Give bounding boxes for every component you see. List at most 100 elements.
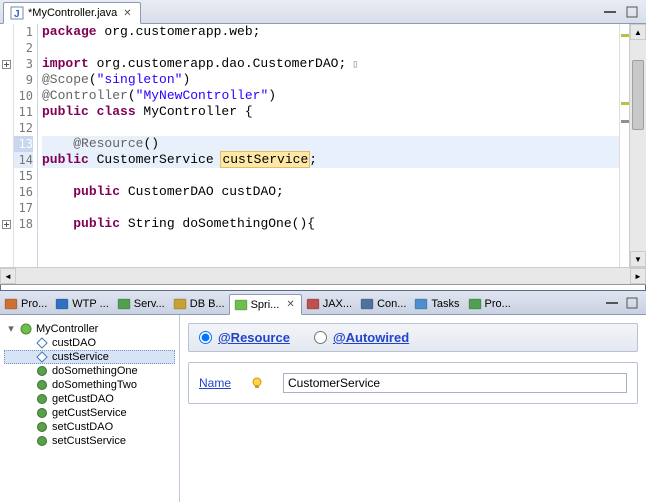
collapse-icon[interactable]: ▾: [6, 322, 16, 335]
scroll-right-button[interactable]: ►: [630, 268, 646, 284]
line-number[interactable]: 1: [14, 24, 33, 40]
radio-resource-input[interactable]: [199, 331, 212, 344]
maximize-button[interactable]: [624, 295, 640, 311]
editor-overview-ruler[interactable]: [619, 24, 629, 267]
fold-toggle-icon[interactable]: [0, 56, 13, 72]
fold-ellipsis-icon[interactable]: ▯: [346, 60, 358, 71]
tree-item-label: setCustDAO: [52, 421, 113, 433]
annotation-radio-group: @Resource @Autowired: [188, 323, 638, 352]
lightbulb-icon[interactable]: [251, 377, 263, 389]
tree-item-doSomethingOne[interactable]: doSomethingOne: [4, 364, 175, 378]
view-tab-label: Con...: [377, 298, 406, 310]
tree-item-custService[interactable]: custService: [4, 350, 175, 364]
minimize-button[interactable]: [602, 4, 618, 20]
code-line[interactable]: [42, 120, 619, 136]
line-number[interactable]: 9: [14, 72, 33, 88]
view-tab-jax[interactable]: JAX...: [302, 294, 356, 314]
radio-autowired-input[interactable]: [314, 331, 327, 344]
line-number[interactable]: 14: [14, 152, 33, 168]
view-tab-db[interactable]: DB B...: [169, 294, 229, 314]
link-resource[interactable]: @Resource: [218, 330, 290, 345]
outline-tree[interactable]: ▾ MyController custDAOcustService doSomet…: [0, 315, 180, 502]
view-tab-console[interactable]: Con...: [356, 294, 410, 314]
radio-autowired[interactable]: @Autowired: [314, 330, 409, 345]
close-icon[interactable]: ✕: [121, 8, 133, 19]
minimize-button[interactable]: [604, 295, 620, 311]
editor-marker-gutter[interactable]: [0, 24, 14, 267]
line-number[interactable]: 13: [14, 136, 33, 152]
spring-icon: [234, 298, 248, 312]
line-number[interactable]: 16: [14, 184, 33, 200]
view-tab-label: DB B...: [190, 298, 225, 310]
detail-form: @Resource @Autowired Name: [180, 315, 646, 502]
line-number[interactable]: 12: [14, 120, 33, 136]
tree-item-setCustService[interactable]: setCustService: [4, 434, 175, 448]
editor-panel: J *MyController.java ✕ 12391011121314151…: [0, 0, 646, 285]
code-line[interactable]: [42, 168, 619, 184]
tree-item-label: custService: [52, 351, 109, 363]
wtp-icon: [55, 297, 69, 311]
scroll-up-button[interactable]: ▲: [630, 24, 646, 40]
name-input[interactable]: [283, 373, 627, 393]
spring-view-body: ▾ MyController custDAOcustService doSomet…: [0, 315, 646, 502]
code-line[interactable]: [42, 40, 619, 56]
maximize-button[interactable]: [624, 4, 640, 20]
vertical-scrollbar[interactable]: ▲ ▼: [629, 24, 646, 267]
line-number[interactable]: 11: [14, 104, 33, 120]
editor-body: 1239101112131415161718 package org.custo…: [0, 24, 646, 267]
tree-item-custDAO[interactable]: custDAO: [4, 336, 175, 350]
horizontal-scrollbar[interactable]: ◄ ►: [0, 267, 646, 284]
code-line[interactable]: [42, 200, 619, 216]
link-autowired[interactable]: @Autowired: [333, 330, 409, 345]
jax-icon: [306, 297, 320, 311]
code-line[interactable]: @Resource(): [42, 136, 619, 152]
scroll-left-button[interactable]: ◄: [0, 268, 16, 284]
name-label-link[interactable]: Name: [199, 376, 231, 390]
scrollbar-thumb[interactable]: [632, 60, 644, 130]
code-line[interactable]: package org.customerapp.web;: [42, 24, 619, 40]
view-tab-tasks[interactable]: Tasks: [410, 294, 463, 314]
code-line[interactable]: public CustomerDAO custDAO;: [42, 184, 619, 200]
editor-tab-mycontroller[interactable]: J *MyController.java ✕: [3, 2, 141, 24]
scroll-down-button[interactable]: ▼: [630, 251, 646, 267]
editor-tab-bar: J *MyController.java ✕: [0, 0, 646, 24]
view-tab-spring[interactable]: Spri...✕: [229, 294, 302, 315]
code-line[interactable]: public String doSomethingOne(){: [42, 216, 619, 232]
fold-toggle-icon[interactable]: [0, 216, 13, 232]
view-tab-project[interactable]: Pro...: [0, 294, 51, 314]
tree-item-doSomethingTwo[interactable]: doSomethingTwo: [4, 378, 175, 392]
svg-text:J: J: [14, 9, 20, 20]
code-line[interactable]: import org.customerapp.dao.CustomerDAO; …: [42, 56, 619, 72]
field-icon: [36, 351, 48, 363]
radio-resource[interactable]: @Resource: [199, 330, 290, 345]
name-form-row: Name: [188, 362, 638, 404]
tree-root-mycontroller[interactable]: ▾ MyController: [4, 321, 175, 336]
view-tab-progress[interactable]: Pro...: [464, 294, 515, 314]
line-number[interactable]: 17: [14, 200, 33, 216]
code-line[interactable]: public class MyController {: [42, 104, 619, 120]
editor-tab-title: *MyController.java: [28, 7, 117, 19]
field-icon: [36, 337, 48, 349]
line-number[interactable]: 18: [14, 216, 33, 232]
editor-line-numbers[interactable]: 1239101112131415161718: [14, 24, 38, 267]
close-icon[interactable]: ✕: [284, 299, 296, 310]
db-icon: [173, 297, 187, 311]
java-file-icon: J: [10, 6, 24, 20]
code-line[interactable]: @Controller("MyNewController"): [42, 88, 619, 104]
tree-item-label: getCustDAO: [52, 393, 114, 405]
line-number[interactable]: 10: [14, 88, 33, 104]
tree-item-label: doSomethingOne: [52, 365, 138, 377]
tree-item-getCustDAO[interactable]: getCustDAO: [4, 392, 175, 406]
tree-item-setCustDAO[interactable]: setCustDAO: [4, 420, 175, 434]
view-tab-servers[interactable]: Serv...: [113, 294, 169, 314]
code-line[interactable]: @Scope("singleton"): [42, 72, 619, 88]
editor-code-area[interactable]: package org.customerapp.web; import org.c…: [38, 24, 619, 267]
line-number[interactable]: 3: [14, 56, 33, 72]
view-tab-wtp[interactable]: WTP ...: [51, 294, 112, 314]
line-number[interactable]: 15: [14, 168, 33, 184]
line-number[interactable]: 2: [14, 40, 33, 56]
code-line[interactable]: public CustomerService custService;: [42, 152, 619, 168]
tree-item-getCustService[interactable]: getCustService: [4, 406, 175, 420]
view-tab-bar: Pro...WTP ...Serv...DB B...Spri...✕JAX..…: [0, 291, 646, 315]
tree-item-label: setCustService: [52, 435, 126, 447]
